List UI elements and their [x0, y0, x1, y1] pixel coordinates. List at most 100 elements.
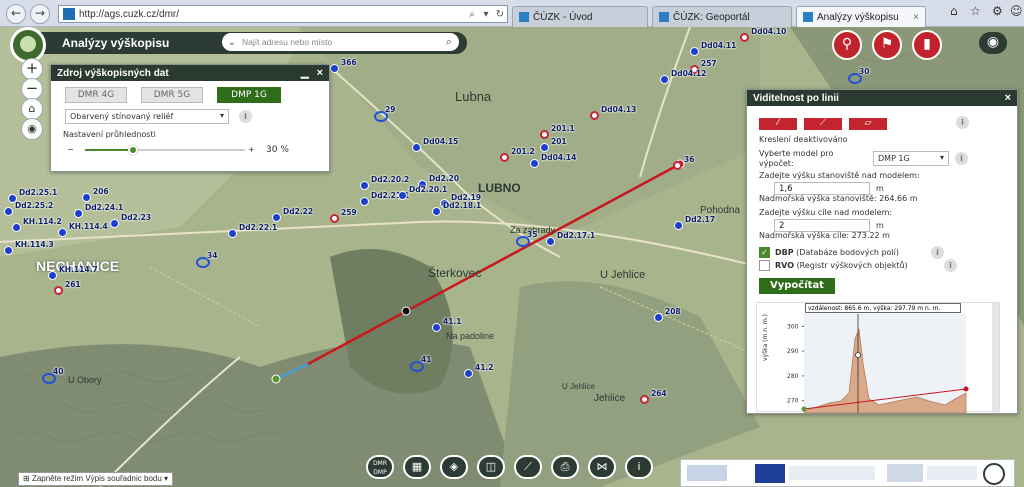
point-marker[interactable]	[674, 221, 683, 230]
relief-select[interactable]: Obarvený stínovaný reliéf ▾	[65, 109, 229, 124]
point-marker[interactable]	[432, 323, 441, 332]
search-input[interactable]: Najít adresu nebo místo	[242, 37, 439, 47]
close-icon[interactable]: ×	[1005, 92, 1011, 104]
point-marker[interactable]	[690, 47, 699, 56]
draw-line-tool[interactable]: ⁄	[759, 118, 797, 130]
point-marker[interactable]	[330, 64, 339, 73]
model-select[interactable]: DMP 1G ▾	[873, 151, 949, 166]
dbp-checkbox[interactable]: ✓	[759, 247, 770, 258]
point-marker[interactable]	[540, 130, 549, 139]
point-label: Dd04.13	[601, 105, 637, 114]
point-marker[interactable]	[228, 229, 237, 238]
point-marker[interactable]	[272, 213, 281, 222]
draw-polyline-tool[interactable]: ⟋	[804, 118, 842, 130]
point-marker[interactable]	[330, 214, 339, 223]
point-marker[interactable]	[432, 207, 441, 216]
info-icon[interactable]: i	[239, 110, 252, 123]
measure-icon[interactable]: ⟋	[514, 455, 542, 479]
point-marker[interactable]	[740, 33, 749, 42]
chevron-down-icon[interactable]: ▾	[164, 474, 168, 483]
profile-tool-button[interactable]: ⚲	[832, 30, 862, 60]
layer-visibility-button[interactable]: ◉	[21, 118, 43, 140]
point-marker[interactable]	[110, 219, 119, 228]
dmp1g-button[interactable]: DMP 1G	[217, 87, 281, 103]
settings-icon[interactable]: ⚙	[992, 4, 1003, 18]
point-marker[interactable]	[464, 369, 473, 378]
erase-tool[interactable]: ▱	[849, 118, 887, 130]
home-view-button[interactable]: ⌂	[21, 98, 43, 120]
point-marker[interactable]	[82, 193, 91, 202]
eye-icon[interactable]: ◉	[979, 32, 1007, 54]
address-bar[interactable]: http://ags.cuzk.cz/dmr/ ⌕ ▾ ↻	[58, 5, 508, 23]
point-marker[interactable]	[74, 209, 83, 218]
tab-analyzy-vyskopisu[interactable]: Analýzy výškopisu ×	[796, 6, 926, 27]
compute-button[interactable]: Vypočítat	[759, 278, 835, 294]
transparency-plus-icon[interactable]: +	[248, 145, 255, 154]
point-marker[interactable]	[4, 246, 13, 255]
search-icon[interactable]: ⌕	[439, 35, 459, 49]
point-label: Dd2.20.1	[409, 185, 448, 194]
point-marker[interactable]	[530, 159, 539, 168]
feedback-icon[interactable]: ☺	[1010, 4, 1023, 18]
chart-scrollbar[interactable]	[992, 303, 999, 413]
back-button[interactable]: ←	[6, 4, 26, 24]
close-tab-icon[interactable]: ×	[913, 12, 919, 23]
point-marker[interactable]	[660, 75, 669, 84]
info-icon[interactable]: i	[956, 116, 969, 129]
info-icon[interactable]: i	[944, 259, 957, 272]
point-marker[interactable]	[360, 181, 369, 190]
point-marker[interactable]	[48, 271, 57, 280]
zoom-out-button[interactable]: −	[21, 78, 43, 100]
expand-icon[interactable]: ⊞	[23, 474, 30, 483]
point-marker[interactable]	[4, 207, 13, 216]
address-search[interactable]: ⌄ Najít adresu nebo místo ⌕	[222, 33, 459, 51]
address-url[interactable]: http://ags.cuzk.cz/dmr/	[79, 9, 465, 20]
point-marker[interactable]	[540, 143, 549, 152]
transparency-slider[interactable]	[85, 145, 245, 155]
share-icon[interactable]: ⋈	[588, 455, 616, 479]
chevron-down-icon[interactable]: ⌄	[222, 37, 242, 48]
point-marker[interactable]	[360, 197, 369, 206]
point-marker[interactable]	[590, 111, 599, 120]
forward-button[interactable]: →	[30, 4, 50, 24]
refresh-icon[interactable]: ↻	[493, 9, 507, 20]
point-marker[interactable]	[12, 223, 21, 232]
zoom-in-button[interactable]: +	[21, 58, 43, 80]
favorites-icon[interactable]: ☆	[970, 4, 981, 18]
minimize-icon[interactable]: ▁	[301, 68, 309, 79]
dmr-dmp-button[interactable]: DMR DMP	[366, 455, 394, 479]
rvo-checkbox[interactable]	[759, 260, 770, 271]
dmr5g-button[interactable]: DMR 5G	[141, 87, 203, 103]
dmr4g-button[interactable]: DMR 4G	[65, 87, 127, 103]
close-icon[interactable]: ×	[317, 67, 323, 79]
point-marker[interactable]	[546, 237, 555, 246]
point-marker[interactable]	[654, 313, 663, 322]
info-icon[interactable]: i	[931, 246, 944, 259]
print-icon[interactable]: ⎙	[551, 455, 579, 479]
point-marker[interactable]	[58, 228, 67, 237]
info-icon[interactable]: i	[955, 152, 968, 165]
point-marker[interactable]	[54, 286, 63, 295]
search-icon[interactable]: ⌕	[465, 9, 479, 20]
tab-cuzk-geoportal[interactable]: ČÚZK: Geoportál	[652, 6, 792, 27]
coordinate-mode-text: Zapněte režim Výpis souřadnic bodu	[31, 474, 162, 483]
grid-icon[interactable]: ▦	[403, 455, 431, 479]
visibility-tool-button[interactable]: ⚑	[872, 30, 902, 60]
home-icon[interactable]: ⌂	[950, 4, 958, 18]
layers-icon[interactable]: ◈	[440, 455, 468, 479]
point-marker[interactable]	[500, 153, 509, 162]
dropdown-icon[interactable]: ▾	[479, 9, 493, 20]
coordinate-mode-bar[interactable]: ⊞ Zapněte režim Výpis souřadnic bodu ▾	[18, 472, 174, 486]
point-marker[interactable]	[640, 395, 649, 404]
point-marker[interactable]	[398, 191, 407, 200]
point-label: 29	[385, 105, 396, 114]
statistics-tool-button[interactable]: ▮	[912, 30, 942, 60]
transparency-minus-icon[interactable]: −	[67, 145, 74, 154]
slider-handle[interactable]	[128, 145, 138, 155]
info-icon[interactable]: i	[625, 455, 653, 479]
tab-cuzk-uvod[interactable]: ČÚZK - Úvod	[512, 6, 648, 27]
slider-fill	[85, 149, 133, 151]
compare-icon[interactable]: ◫	[477, 455, 505, 479]
point-marker[interactable]	[412, 143, 421, 152]
point-marker[interactable]	[673, 161, 682, 170]
